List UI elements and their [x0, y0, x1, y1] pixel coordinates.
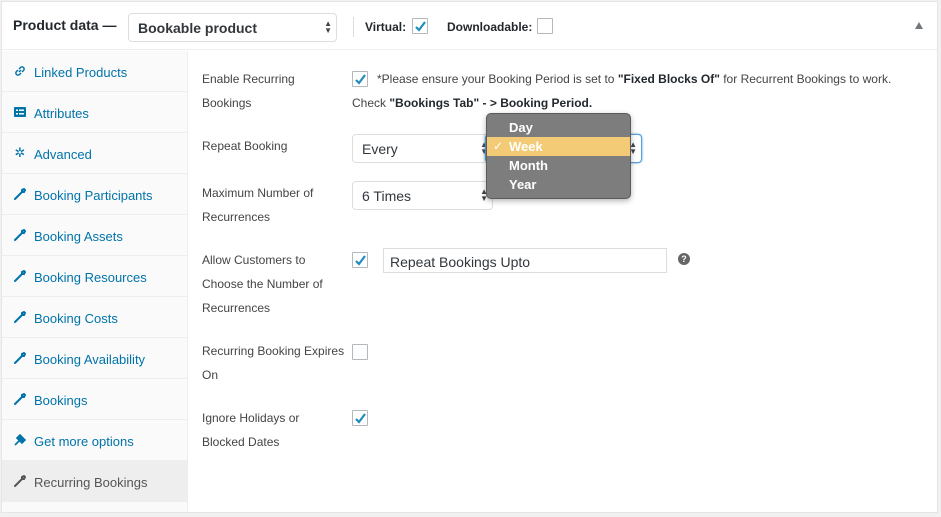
collapse-arrow-icon[interactable]	[915, 22, 923, 29]
expires-on-checkbox[interactable]	[352, 344, 368, 360]
period-option-week[interactable]: ✓Week	[487, 137, 630, 156]
enable-recurring-label: Enable Recurring Bookings	[202, 67, 295, 115]
panel-header: Product data — Bookable product ▲▼ Virtu…	[2, 2, 937, 50]
checkmark-icon	[414, 20, 427, 33]
ignore-holidays-label: Ignore Holidays or Blocked Dates	[202, 406, 299, 454]
booking-period-notice: *Please ensure your Booking Period is se…	[377, 67, 891, 91]
tab-advanced[interactable]: ✲ Advanced	[2, 133, 187, 174]
link-icon	[13, 64, 27, 78]
tab-get-more-options[interactable]: Get more options	[2, 420, 187, 461]
panel-title: Product data —	[13, 17, 116, 33]
tab-booking-availability[interactable]: Booking Availability	[2, 338, 187, 379]
expires-on-label: Recurring Booking Expires On	[202, 339, 344, 387]
tab-booking-participants[interactable]: Booking Participants	[2, 174, 187, 215]
wrench-icon	[13, 310, 27, 324]
wrench-icon	[13, 187, 27, 201]
help-icon[interactable]: ?	[678, 253, 690, 265]
select-arrows-icon: ▲▼	[324, 20, 332, 34]
downloadable-label: Downloadable:	[447, 20, 532, 34]
tab-linked-products[interactable]: Linked Products	[2, 51, 187, 92]
period-option-year[interactable]: Year	[487, 175, 630, 194]
checkmark-icon: ✓	[493, 137, 503, 156]
tab-booking-costs[interactable]: Booking Costs	[2, 297, 187, 338]
allow-customers-label: Allow Customers to Choose the Number of …	[202, 248, 323, 320]
checkmark-icon	[354, 73, 367, 86]
wrench-icon	[13, 474, 27, 488]
virtual-label: Virtual:	[365, 20, 406, 34]
gear-icon: ✲	[13, 146, 27, 160]
product-data-tabs: Linked Products Attributes ✲ Advanced Bo…	[2, 51, 188, 512]
max-recurrences-select[interactable]: 6 Times ▲▼	[352, 181, 493, 210]
product-type-select[interactable]: Bookable product ▲▼	[128, 13, 337, 42]
list-icon	[13, 105, 27, 119]
period-option-month[interactable]: Month	[487, 156, 630, 175]
virtual-checkbox[interactable]	[412, 18, 428, 34]
plugin-icon	[13, 433, 27, 447]
period-dropdown-menu: Day ✓Week Month Year	[486, 113, 631, 199]
tab-bookings[interactable]: Bookings	[2, 379, 187, 420]
booking-tab-hint: Check "Bookings Tab" - > Booking Period.	[352, 91, 592, 115]
downloadable-checkbox[interactable]	[537, 18, 553, 34]
tab-attributes[interactable]: Attributes	[2, 92, 187, 133]
tab-recurring-bookings[interactable]: Recurring Bookings	[2, 461, 187, 502]
divider	[353, 17, 354, 37]
ignore-holidays-checkbox[interactable]	[352, 410, 368, 426]
wrench-icon	[13, 392, 27, 406]
checkmark-icon	[354, 254, 367, 267]
product-data-panel: Product data — Bookable product ▲▼ Virtu…	[1, 1, 938, 513]
period-option-day[interactable]: Day	[487, 118, 630, 137]
tab-booking-resources[interactable]: Booking Resources	[2, 256, 187, 297]
checkmark-icon	[354, 412, 367, 425]
max-recurrences-label: Maximum Number of Recurrences	[202, 181, 313, 229]
wrench-icon	[13, 351, 27, 365]
allow-customers-checkbox[interactable]	[352, 252, 368, 268]
recurrences-label-input[interactable]	[383, 248, 667, 273]
repeat-every-select[interactable]: Every ▲▼	[352, 134, 493, 163]
product-type-value: Bookable product	[138, 20, 257, 36]
wrench-icon	[13, 228, 27, 242]
repeat-booking-label: Repeat Booking	[202, 134, 287, 158]
enable-recurring-checkbox[interactable]	[352, 71, 368, 87]
tab-booking-assets[interactable]: Booking Assets	[2, 215, 187, 256]
wrench-icon	[13, 269, 27, 283]
